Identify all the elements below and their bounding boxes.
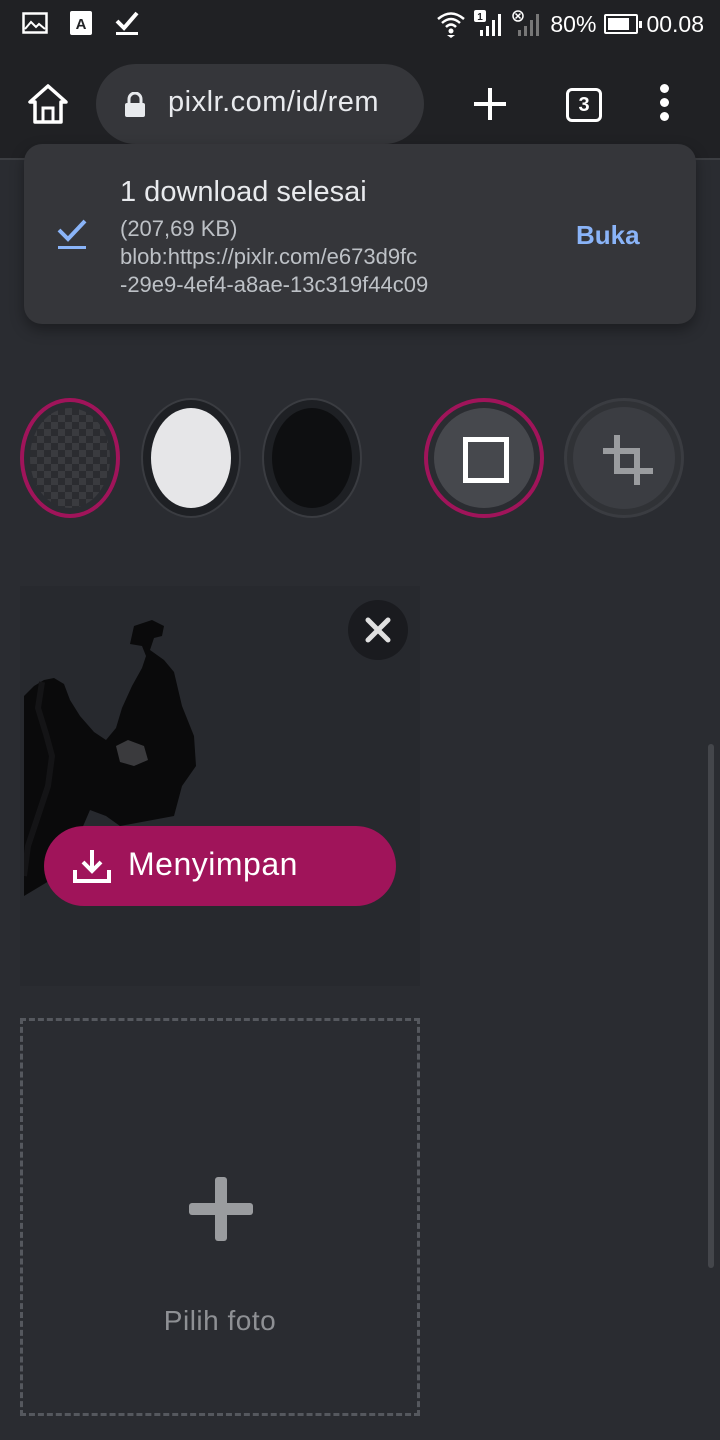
square-icon xyxy=(463,437,509,483)
battery-percent: 80% xyxy=(550,10,597,37)
close-result-button[interactable] xyxy=(348,600,408,660)
close-icon xyxy=(365,617,391,643)
font-icon: A xyxy=(70,11,92,35)
svg-text:A: A xyxy=(76,16,87,33)
home-icon[interactable] xyxy=(26,82,70,126)
download-done-icon xyxy=(57,219,87,249)
plus-icon xyxy=(189,1177,253,1241)
download-url-line-1: blob:https://pixlr.com/e673d9fc xyxy=(120,244,418,269)
download-url-line-2: -29e9-4ef4-a8ae-13c319f44c09 xyxy=(120,272,429,297)
no-signal-icon xyxy=(512,10,540,36)
tab-count: 3 xyxy=(578,94,590,116)
background-transparent-option[interactable] xyxy=(20,398,120,518)
open-download-button[interactable]: Buka xyxy=(576,220,640,251)
download-size: (207,69 KB) xyxy=(120,216,238,241)
url-text: pixlr.com/id/rem xyxy=(168,86,380,118)
save-button[interactable]: Menyimpan xyxy=(44,826,396,906)
battery-icon xyxy=(604,14,643,34)
status-bar: A 1 80% 00.08 xyxy=(0,0,720,48)
image-icon xyxy=(22,12,48,34)
wifi-icon xyxy=(437,12,466,38)
url-bar[interactable]: pixlr.com/id/rem xyxy=(96,64,424,144)
save-button-label: Menyimpan xyxy=(128,846,298,882)
background-white-option[interactable] xyxy=(141,398,241,518)
download-title: 1 download selesai xyxy=(120,176,367,208)
background-black-option[interactable] xyxy=(262,398,362,518)
download-notification: 1 download selesai (207,69 KB) blob:http… xyxy=(24,144,696,324)
crop-icon xyxy=(603,435,653,485)
scrollbar[interactable] xyxy=(708,744,714,1268)
new-tab-icon[interactable] xyxy=(468,82,512,126)
result-card: Menyimpan xyxy=(20,586,420,986)
square-frame-option[interactable] xyxy=(424,398,544,518)
download-icon xyxy=(73,850,111,883)
choose-photo-dropzone[interactable]: Pilih foto xyxy=(20,1018,420,1416)
tab-switcher-button[interactable]: 3 xyxy=(566,88,602,122)
more-menu-icon[interactable] xyxy=(652,84,676,124)
choose-photo-label: Pilih foto xyxy=(163,1305,277,1336)
crop-option[interactable] xyxy=(564,398,684,518)
svg-text:1: 1 xyxy=(478,12,484,23)
check-icon xyxy=(115,11,139,35)
lock-icon xyxy=(125,92,145,117)
signal-icon: 1 xyxy=(474,10,502,36)
clock: 00.08 xyxy=(646,10,704,37)
